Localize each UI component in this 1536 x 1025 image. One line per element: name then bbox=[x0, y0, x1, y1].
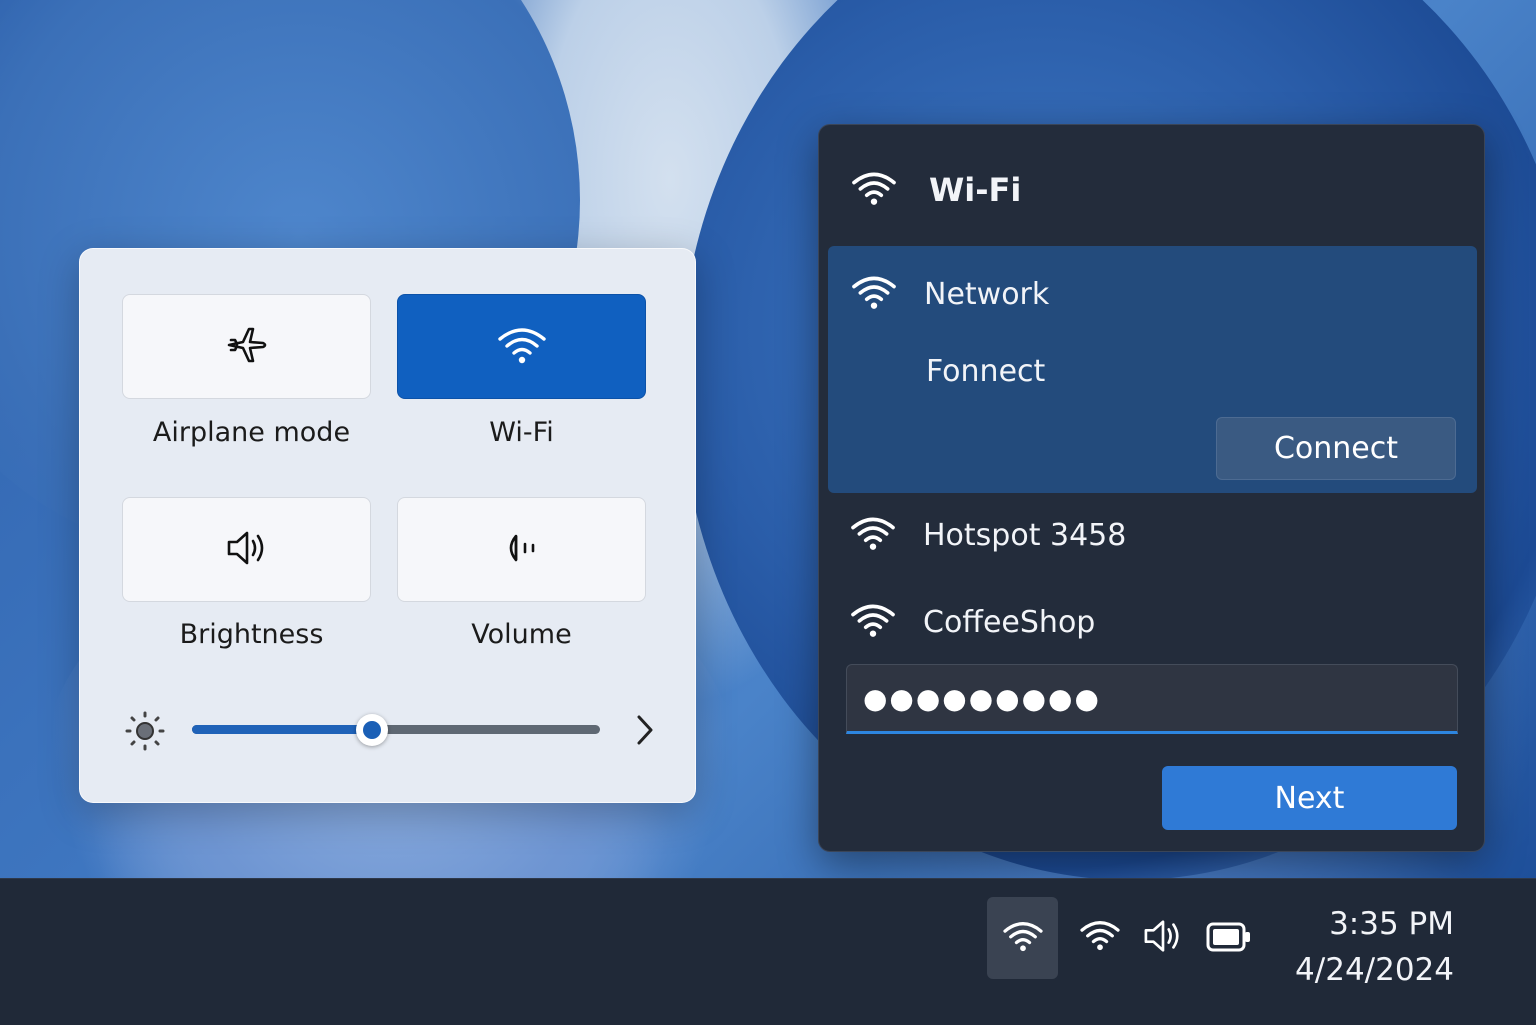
chevron-right-icon[interactable] bbox=[632, 713, 658, 751]
network-name: Network bbox=[924, 276, 1050, 312]
wifi-panel-header: Wi-Fi bbox=[849, 165, 1021, 215]
tray-wifi-button[interactable] bbox=[987, 897, 1058, 979]
brightness-slider[interactable] bbox=[192, 714, 600, 746]
volume-label: Volume bbox=[471, 619, 572, 650]
next-button[interactable]: Next bbox=[1162, 766, 1457, 830]
speaker-icon[interactable] bbox=[1142, 917, 1184, 959]
brightness-label: Brightness bbox=[179, 619, 324, 650]
airplane-mode-tile[interactable] bbox=[122, 294, 371, 399]
airplane-mode-label: Airplane mode bbox=[152, 417, 351, 448]
network-name: Hotspot 3458 bbox=[923, 517, 1127, 553]
wifi-tile-label: Wi-Fi bbox=[489, 417, 554, 448]
network-subtitle: Fonnect bbox=[926, 354, 1046, 389]
volume-icon bbox=[502, 530, 542, 570]
network-item[interactable]: Hotspot 3458 bbox=[849, 513, 1126, 557]
network-name: CoffeeShop bbox=[923, 604, 1096, 640]
brightness-tile[interactable] bbox=[122, 497, 371, 602]
network-item[interactable]: CoffeeShop bbox=[849, 600, 1095, 644]
sun-icon bbox=[124, 710, 166, 756]
slider-thumb[interactable] bbox=[355, 714, 388, 746]
brightness-slider-row bbox=[124, 704, 664, 756]
wifi-icon bbox=[849, 600, 897, 644]
volume-tile[interactable] bbox=[397, 497, 646, 602]
clock-time: 3:35 PM bbox=[1329, 906, 1454, 942]
taskbar: 3:35 PM 4/24/2024 bbox=[0, 878, 1536, 1025]
password-input[interactable]: ●●●●●●●●● bbox=[846, 664, 1458, 734]
connect-button[interactable]: Connect bbox=[1216, 417, 1456, 480]
network-row: Network bbox=[850, 272, 1049, 316]
slider-fill bbox=[192, 725, 372, 734]
speaker-icon bbox=[225, 528, 269, 572]
desktop-wallpaper: Airplane mode Wi-Fi Brightness Volume Wi… bbox=[0, 0, 1536, 878]
wifi-panel: Wi-Fi Network Fonnect Connect Hotspot 34… bbox=[818, 124, 1485, 852]
wifi-icon bbox=[849, 513, 897, 557]
quick-settings-panel: Airplane mode Wi-Fi Brightness Volume bbox=[79, 248, 696, 803]
wifi-icon bbox=[496, 323, 548, 371]
taskbar-clock[interactable]: 3:35 PM 4/24/2024 bbox=[1295, 901, 1454, 993]
network-item-selected[interactable]: Network Fonnect Connect bbox=[828, 246, 1477, 493]
wifi-panel-title: Wi-Fi bbox=[929, 171, 1022, 209]
airplane-icon bbox=[223, 321, 271, 373]
clock-date: 4/24/2024 bbox=[1295, 952, 1454, 988]
wifi-icon bbox=[850, 272, 898, 316]
battery-icon[interactable] bbox=[1206, 921, 1252, 957]
wifi-icon bbox=[849, 168, 899, 212]
wifi-icon[interactable] bbox=[1078, 917, 1122, 957]
wifi-icon bbox=[1001, 918, 1045, 958]
wifi-tile[interactable] bbox=[397, 294, 646, 399]
